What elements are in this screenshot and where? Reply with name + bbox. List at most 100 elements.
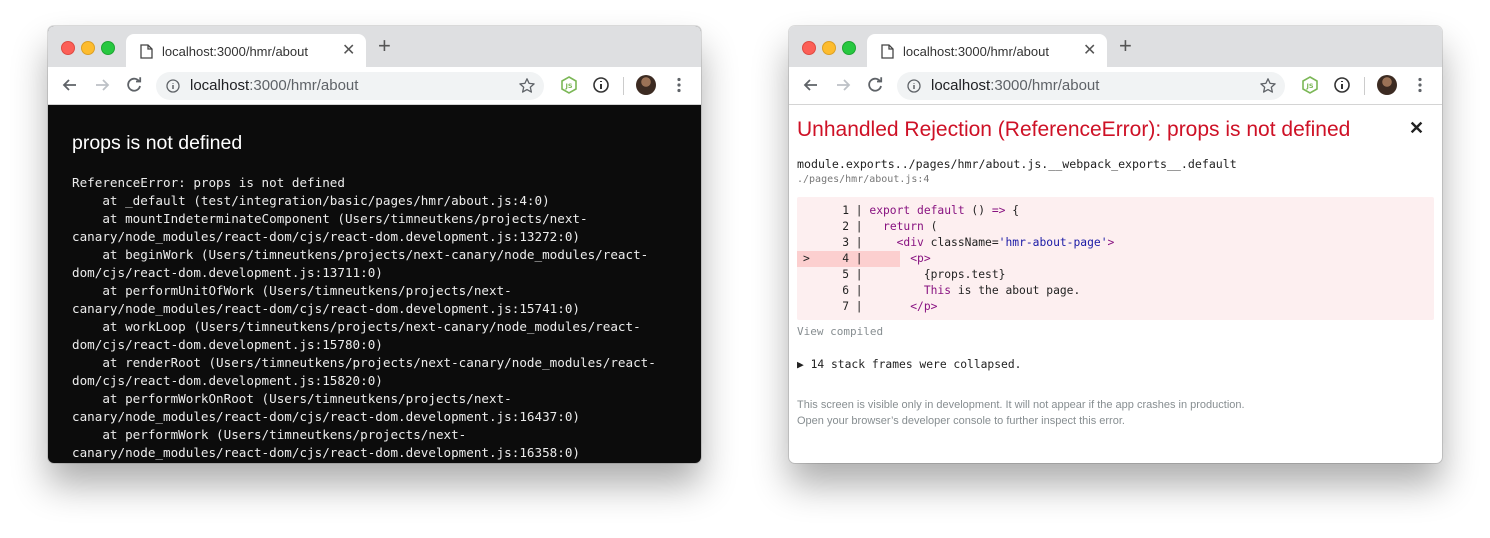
page-icon	[881, 44, 894, 59]
view-compiled-toggle[interactable]: View compiled	[797, 325, 883, 338]
gutter-separator: |	[849, 268, 870, 281]
close-icon[interactable]: ✕	[1409, 118, 1424, 139]
code-token: =>	[991, 204, 1006, 217]
dev-notice-line-2: Open your browser’s developer console to…	[797, 415, 1125, 427]
code-token: <div	[896, 236, 924, 249]
close-window-button[interactable]	[802, 41, 816, 55]
tab-title: localhost:3000/hmr/about	[162, 44, 308, 59]
info-extension-icon[interactable]	[1331, 74, 1353, 96]
minimize-window-button[interactable]	[81, 41, 95, 55]
code-token: export default	[869, 204, 965, 217]
tab-active[interactable]: localhost:3000/hmr/about ✕	[126, 34, 366, 68]
tab-strip: localhost:3000/hmr/about ✕ +	[48, 26, 701, 68]
code-token: <p>	[910, 252, 931, 265]
code-token: return	[883, 220, 924, 233]
toolbar-separator	[623, 77, 624, 95]
error-title: props is not defined	[72, 132, 243, 154]
line-marker: >	[803, 252, 817, 265]
code-line: 3 | <div className='hmr-about-page'>	[797, 235, 1434, 251]
kebab-menu-icon[interactable]	[668, 74, 690, 96]
new-tab-button[interactable]: +	[1119, 35, 1132, 57]
nodejs-extension-icon[interactable]: JS	[558, 74, 580, 96]
svg-text:JS: JS	[564, 82, 572, 90]
code-token: This	[923, 284, 952, 297]
gutter-separator: |	[849, 252, 870, 265]
tab-active[interactable]: localhost:3000/hmr/about ✕	[867, 34, 1107, 68]
gutter-separator: |	[849, 236, 870, 249]
browser-window-right: localhost:3000/hmr/about ✕ + localhost:3…	[789, 26, 1442, 463]
arrow-right-icon[interactable]	[832, 74, 854, 96]
code-token: is the about page.	[951, 284, 1081, 297]
gutter-separator: |	[849, 300, 870, 313]
code-token: </p>	[910, 300, 938, 313]
info-icon[interactable]	[907, 79, 921, 93]
zoom-window-button[interactable]	[842, 41, 856, 55]
toolbar-separator	[1364, 77, 1365, 95]
kebab-menu-icon[interactable]	[1409, 74, 1431, 96]
code-frame: 1 | export default () => {2 | return (3 …	[797, 197, 1434, 320]
code-token: className=	[923, 236, 999, 249]
collapsed-frames-toggle[interactable]: ▶ 14 stack frames were collapsed.	[797, 358, 1021, 371]
new-tab-button[interactable]: +	[378, 35, 391, 57]
arrow-left-icon[interactable]	[800, 74, 822, 96]
avatar[interactable]	[1377, 75, 1397, 95]
zoom-window-button[interactable]	[101, 41, 115, 55]
address-bar[interactable]: localhost:3000/hmr/about	[156, 72, 544, 100]
line-marker	[803, 299, 817, 315]
url-text: localhost:3000/hmr/about	[931, 77, 1100, 94]
error-title: Unhandled Rejection (ReferenceError): pr…	[797, 118, 1351, 141]
close-tab-icon[interactable]: ✕	[1083, 42, 1096, 60]
code-line: 2 | return (	[797, 219, 1434, 235]
code-line: 7 | </p>	[797, 299, 1434, 315]
code-line: 4 > | <p>	[797, 251, 1434, 267]
browser-window-left: localhost:3000/hmr/about ✕ + localhost:3…	[48, 26, 701, 463]
code-token: {props.test}	[869, 268, 1006, 281]
browser-toolbar: localhost:3000/hmr/about JS	[789, 67, 1442, 105]
stack-trace: ReferenceError: props is not defined at …	[72, 175, 656, 460]
tab-title: localhost:3000/hmr/about	[903, 44, 1049, 59]
code-token: 'hmr-about-page'	[998, 236, 1108, 249]
arrow-right-icon[interactable]	[91, 74, 113, 96]
line-marker	[803, 203, 817, 219]
stack-frame-file[interactable]: ./pages/hmr/about.js:4	[797, 174, 929, 185]
line-marker	[803, 235, 817, 251]
line-marker	[803, 219, 817, 235]
gutter-separator: |	[849, 284, 870, 297]
code-line: 1 | export default () => {	[797, 203, 1434, 219]
gutter-separator: |	[849, 204, 870, 217]
code-token: >	[1107, 236, 1115, 249]
url-text: localhost:3000/hmr/about	[190, 77, 359, 94]
arrow-left-icon[interactable]	[59, 74, 81, 96]
address-bar[interactable]: localhost:3000/hmr/about	[897, 72, 1285, 100]
minimize-window-button[interactable]	[822, 41, 836, 55]
line-marker	[803, 283, 817, 299]
page-icon	[140, 44, 153, 59]
svg-text:JS: JS	[1305, 82, 1313, 90]
reload-icon[interactable]	[123, 74, 145, 96]
code-token: ()	[964, 204, 992, 217]
stack-frame-function: module.exports../pages/hmr/about.js.__we…	[797, 157, 1237, 171]
reload-icon[interactable]	[864, 74, 886, 96]
code-line: 6 | This is the about page.	[797, 283, 1434, 299]
gutter-separator: |	[849, 220, 870, 233]
star-icon[interactable]	[1259, 77, 1277, 95]
close-window-button[interactable]	[61, 41, 75, 55]
browser-toolbar: localhost:3000/hmr/about JS	[48, 67, 701, 105]
line-marker	[803, 267, 817, 283]
code-token: {	[1005, 204, 1020, 217]
star-icon[interactable]	[518, 77, 536, 95]
info-extension-icon[interactable]	[590, 74, 612, 96]
info-icon[interactable]	[166, 79, 180, 93]
close-tab-icon[interactable]: ✕	[342, 42, 355, 60]
dev-notice-line-1: This screen is visible only in developme…	[797, 399, 1245, 411]
tab-strip: localhost:3000/hmr/about ✕ +	[789, 26, 1442, 68]
avatar[interactable]	[636, 75, 656, 95]
nodejs-extension-icon[interactable]: JS	[1299, 74, 1321, 96]
code-line: 5 | {props.test}	[797, 267, 1434, 283]
code-token: (	[923, 220, 938, 233]
